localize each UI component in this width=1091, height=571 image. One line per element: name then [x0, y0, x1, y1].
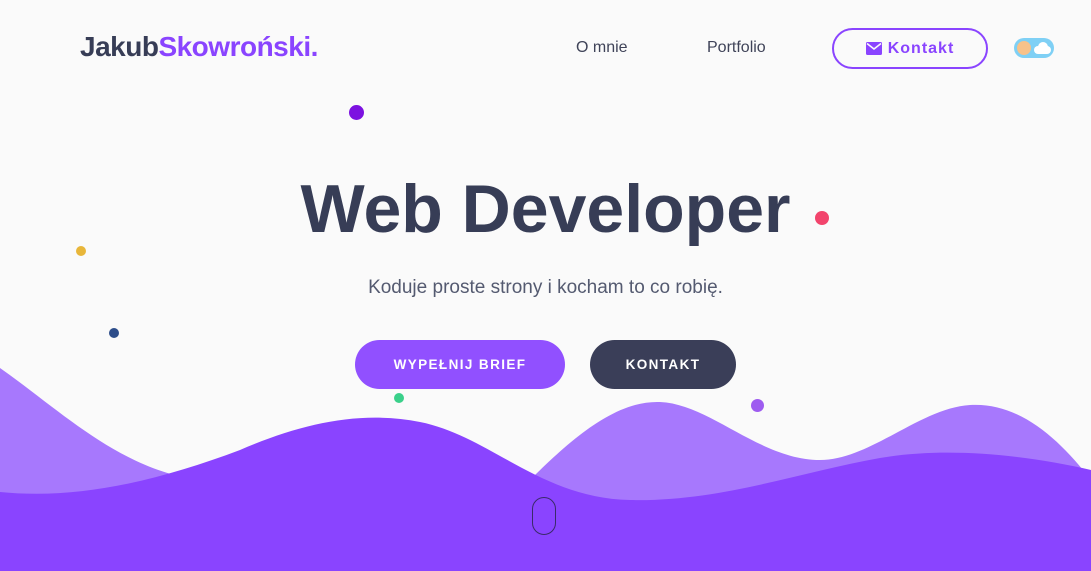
nav-link-portfolio[interactable]: Portfolio — [707, 38, 766, 58]
site-header: JakubSkowroński. O mnie Portfolio Kontak… — [0, 0, 1091, 96]
nav-link-about[interactable]: O mnie — [576, 38, 628, 58]
hero-waves — [0, 368, 1091, 571]
logo-last-name: Skowroński — [158, 31, 311, 62]
sun-icon — [1017, 41, 1031, 55]
nav-contact-button[interactable]: Kontakt — [832, 28, 988, 69]
theme-toggle[interactable] — [1014, 38, 1054, 58]
site-logo[interactable]: JakubSkowroński. — [80, 29, 318, 65]
decor-dot-violet — [751, 399, 764, 412]
hero-subtitle: Koduje proste strony i kocham to co robi… — [368, 277, 723, 298]
logo-dot: . — [310, 31, 319, 62]
mouse-scroll-icon[interactable] — [532, 497, 556, 535]
nav-contact-label: Kontakt — [887, 39, 955, 57]
cloud-icon — [1032, 41, 1052, 60]
contact-button[interactable]: KONTAKT — [590, 340, 736, 389]
hero-title: Web Developer — [300, 171, 791, 247]
fill-brief-button[interactable]: WYPEŁNIJ BRIEF — [355, 340, 565, 389]
envelope-icon — [865, 42, 882, 55]
logo-first-name: Jakub — [80, 31, 159, 62]
decor-dot-navy — [109, 328, 119, 338]
decor-dot-purple — [349, 105, 364, 120]
